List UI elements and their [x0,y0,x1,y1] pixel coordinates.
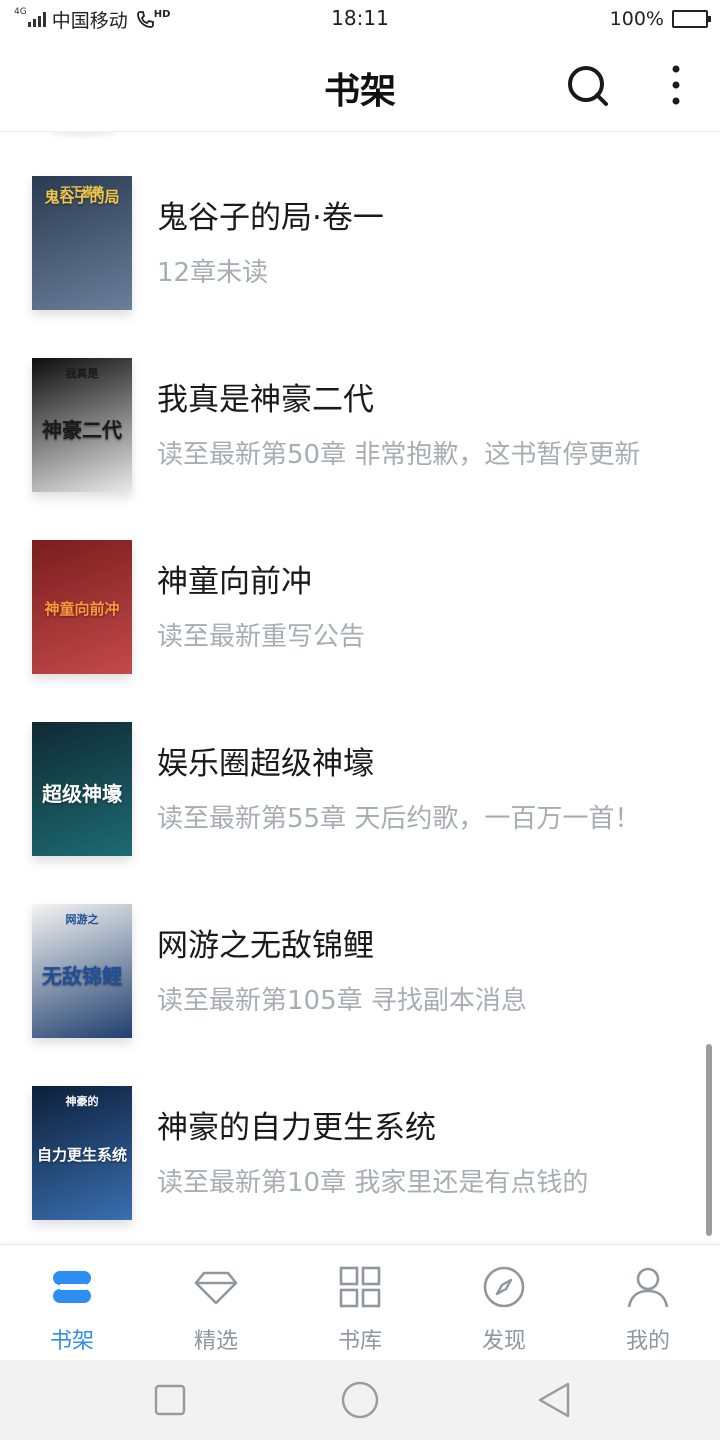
nav-tab-1[interactable]: 书架 [0,1245,144,1361]
bottom-navigation: 书架 精选 书库 发现 我的 [0,1244,720,1360]
reading-progress: 读至最新第55章 天后约歌，一百万一首！ [157,804,641,834]
diamond-icon [194,1265,238,1309]
book-cover[interactable]: 神童向前冲 [32,540,132,674]
book-title: 神豪的自力更生系统 [157,1110,436,1146]
bookshelf-list[interactable]: 天下谋略 鬼谷子的局 鬼谷子的局·卷一 12章未读 我真是 神豪二代 我真是神豪二代 读至最新… [0,132,720,1242]
book-item[interactable]: 神豪的 自力更生系统 神豪的自力更生系统 读至最新第10章 我家里还是有点钱的 [0,1086,720,1242]
book-cover[interactable]: 我真是 神豪二代 [32,358,132,492]
cover-title: 自力更生系统 [36,1146,127,1164]
more-vertical-icon [672,65,680,105]
book-cover[interactable]: 超级神壕 [32,722,132,856]
book-item[interactable]: 网游之 无敌锦鲤 网游之无敌锦鲤 读至最新第105章 寻找副本消息 [0,904,720,1086]
reading-progress: 读至最新第10章 我家里还是有点钱的 [157,1168,589,1198]
nav-tab-4[interactable]: 发现 [432,1245,576,1361]
nav-label: 书架 [49,1329,94,1354]
reading-progress: 读至最新第50章 非常抱歉，这书暂停更新 [157,440,641,470]
cover-title: 鬼谷子的局 [44,188,120,206]
recent-apps-button[interactable] [150,1380,190,1420]
book-item[interactable]: 超级神壕 娱乐圈超级神壕读至最新第55章 天后约歌，一百万一首！ [0,722,720,904]
nav-label: 发现 [481,1329,526,1354]
home-button[interactable] [340,1380,380,1420]
cover-tag: 网游之 [65,913,99,926]
back-icon [538,1382,570,1418]
nav-tab-5[interactable]: 我的 [576,1245,720,1361]
search-button[interactable] [564,62,610,108]
battery-icon [672,10,711,28]
book-item[interactable]: 天下谋略 鬼谷子的局 鬼谷子的局·卷一 12章未读 [0,176,720,358]
previous-book-shadow [48,132,118,134]
reading-progress: 12章未读 [157,258,269,288]
cover-title: 神豪二代 [42,418,122,442]
bookshelf-icon [50,1265,94,1309]
book-cover[interactable]: 神豪的 自力更生系统 [32,1086,132,1220]
nav-label: 精选 [193,1329,238,1354]
cover-title: 神童向前冲 [44,600,120,618]
grid-icon [338,1265,382,1309]
recent-apps-icon [154,1384,186,1416]
book-cover[interactable]: 网游之 无敌锦鲤 [32,904,132,1038]
page-title: 书架 [323,70,396,112]
nav-label: 我的 [625,1329,670,1354]
more-options-button[interactable] [662,62,690,108]
search-icon [568,66,608,106]
compass-icon [482,1265,526,1309]
home-icon [341,1381,379,1419]
person-icon [626,1265,670,1309]
book-title: 神童向前冲 [157,564,312,600]
status-bar: 4G 中国移动 HD 18:11 100% [0,0,720,38]
app-header: 书架 [0,38,720,132]
status-right: 100% [609,6,711,32]
book-title: 鬼谷子的局·卷一 [157,200,384,236]
book-title: 网游之无敌锦鲤 [157,928,374,964]
book-item[interactable]: 神童向前冲 神童向前冲 读至最新重写公告 [0,540,720,722]
book-title: 娱乐圈超级神壕 [157,746,374,782]
cover-title: 无敌锦鲤 [42,964,122,988]
scrollbar[interactable] [706,1044,712,1236]
nav-label: 书库 [337,1329,382,1354]
book-item[interactable]: 我真是 神豪二代 我真是神豪二代 读至最新第50章 非常抱歉，这书暂停更新 [0,358,720,540]
book-cover[interactable]: 天下谋略 鬼谷子的局 [32,176,132,310]
system-navigation-bar [0,1360,720,1440]
cover-tag: 神豪的 [65,1095,99,1108]
reading-progress: 读至最新第105章 寻找副本消息 [157,986,527,1016]
nav-tab-2[interactable]: 精选 [144,1245,288,1361]
nav-tab-3[interactable]: 书库 [288,1245,432,1361]
book-title: 我真是神豪二代 [157,382,374,418]
cover-title: 超级神壕 [42,782,122,806]
cover-tag: 我真是 [65,367,99,380]
battery-percent: 100% [609,8,664,30]
back-button[interactable] [534,1380,574,1420]
reading-progress: 读至最新重写公告 [157,622,366,652]
